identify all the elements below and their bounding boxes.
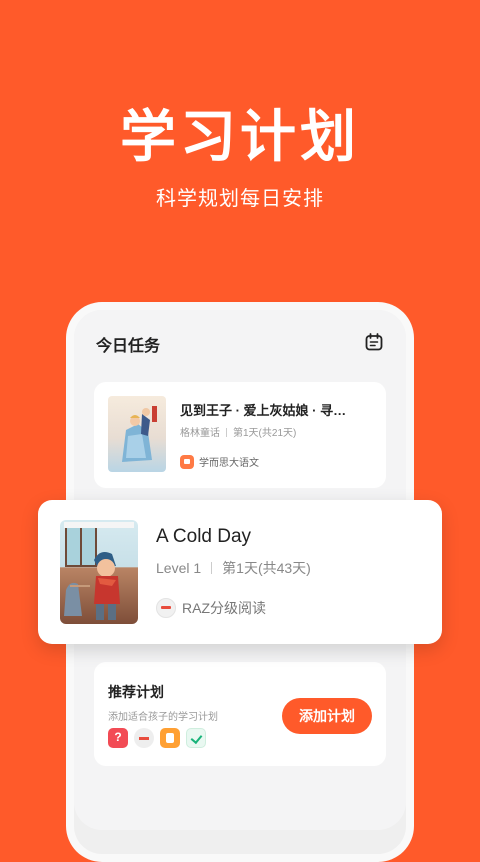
task-progress: 第1天(共21天) (233, 428, 297, 439)
cold-day-illustration (64, 522, 134, 620)
task-level: Level 1 (156, 560, 202, 576)
today-tasks-title: 今日任务 (96, 338, 161, 355)
task-title: 见到王子 · 爱上灰姑娘 · 寻… (180, 403, 347, 418)
task-source: 学而思大语文 (180, 454, 259, 469)
task-progress: 第1天(共43天) (222, 560, 311, 576)
recommend-title: 推荐计划 (108, 684, 164, 700)
add-plan-button[interactable]: 添加计划 (282, 698, 372, 734)
xueersi-logo-icon (180, 454, 194, 469)
task-source-label: 学而思大语文 (199, 458, 259, 469)
raz-logo-icon (156, 598, 176, 618)
question-app-icon (108, 728, 128, 748)
cinderella-illustration (122, 406, 157, 462)
task-meta: 格林童话 第1天(共21天) (180, 424, 296, 439)
task-card-a-cold-day[interactable]: A Cold Day Level 1 第1天(共43天) RAZ分级阅读 (38, 500, 442, 644)
divider (211, 562, 213, 574)
recommend-subtitle: 添加适合孩子的学习计划 (108, 712, 218, 723)
task-card-grimm[interactable]: 见到王子 · 爱上灰姑娘 · 寻… 格林童话 第1天(共21天) 学而思大语文 (94, 382, 386, 488)
task-meta: Level 1 第1天(共43天) (156, 558, 311, 578)
hero-subtitle: 科学规划每日安排 (156, 188, 324, 210)
hero-title: 学习计划 (120, 105, 360, 168)
task-source-label: RAZ分级阅读 (182, 600, 266, 616)
raz-app-icon (134, 728, 154, 748)
check-app-icon (186, 728, 206, 748)
task-category: 格林童话 (180, 428, 220, 439)
calendar-icon[interactable] (364, 332, 384, 352)
task-source: RAZ分级阅读 (156, 598, 266, 618)
book-cover-grimm (108, 396, 166, 472)
recommend-card: 推荐计划 添加适合孩子的学习计划 添加计划 (94, 662, 386, 766)
book-cover-a-cold-day (60, 520, 138, 624)
task-title: A Cold Day (156, 526, 252, 547)
note-app-icon (160, 728, 180, 748)
divider (226, 428, 227, 437)
recommend-app-icons (108, 728, 206, 748)
